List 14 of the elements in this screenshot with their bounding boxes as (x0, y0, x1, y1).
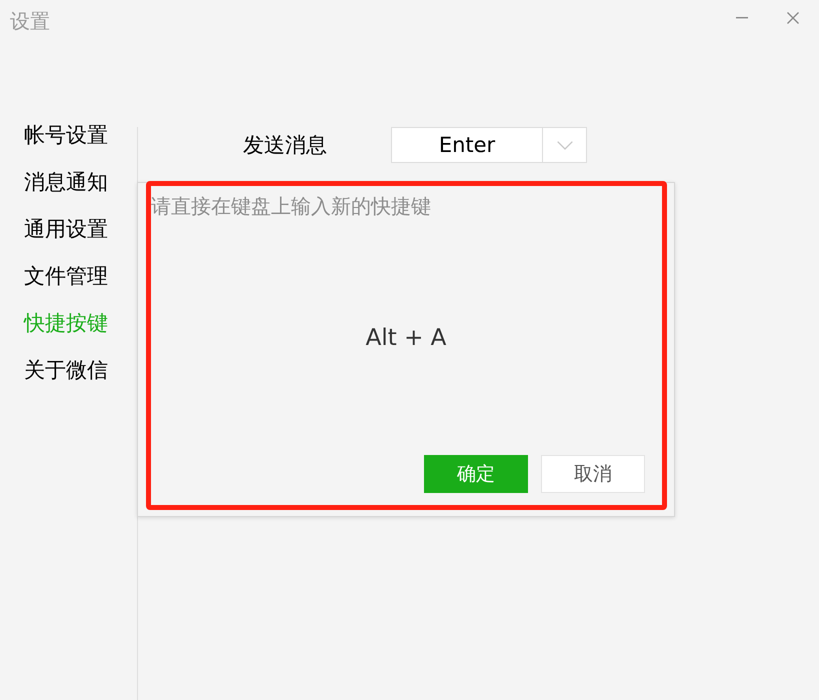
close-icon[interactable] (787, 12, 799, 24)
window-title: 设置 (10, 8, 50, 35)
sidebar-item[interactable]: 关于微信 (0, 347, 137, 394)
sidebar-item[interactable]: 通用设置 (0, 206, 137, 253)
setting-label: 发送消息 (243, 132, 327, 159)
cancel-button[interactable]: 取消 (541, 455, 645, 493)
shortcut-keys: Alt + A (366, 324, 446, 350)
shortcut-dropdown[interactable]: Enter (391, 127, 587, 163)
minimize-icon[interactable] (736, 17, 748, 19)
dialog-prompt: 请直接在键盘上输入新的快捷键 (151, 193, 431, 220)
sidebar-item[interactable]: 文件管理 (0, 253, 137, 300)
chevron-down-icon (556, 140, 572, 150)
sidebar-item[interactable]: 帐号设置 (0, 112, 137, 159)
sidebar-item[interactable]: 消息通知 (0, 159, 137, 206)
